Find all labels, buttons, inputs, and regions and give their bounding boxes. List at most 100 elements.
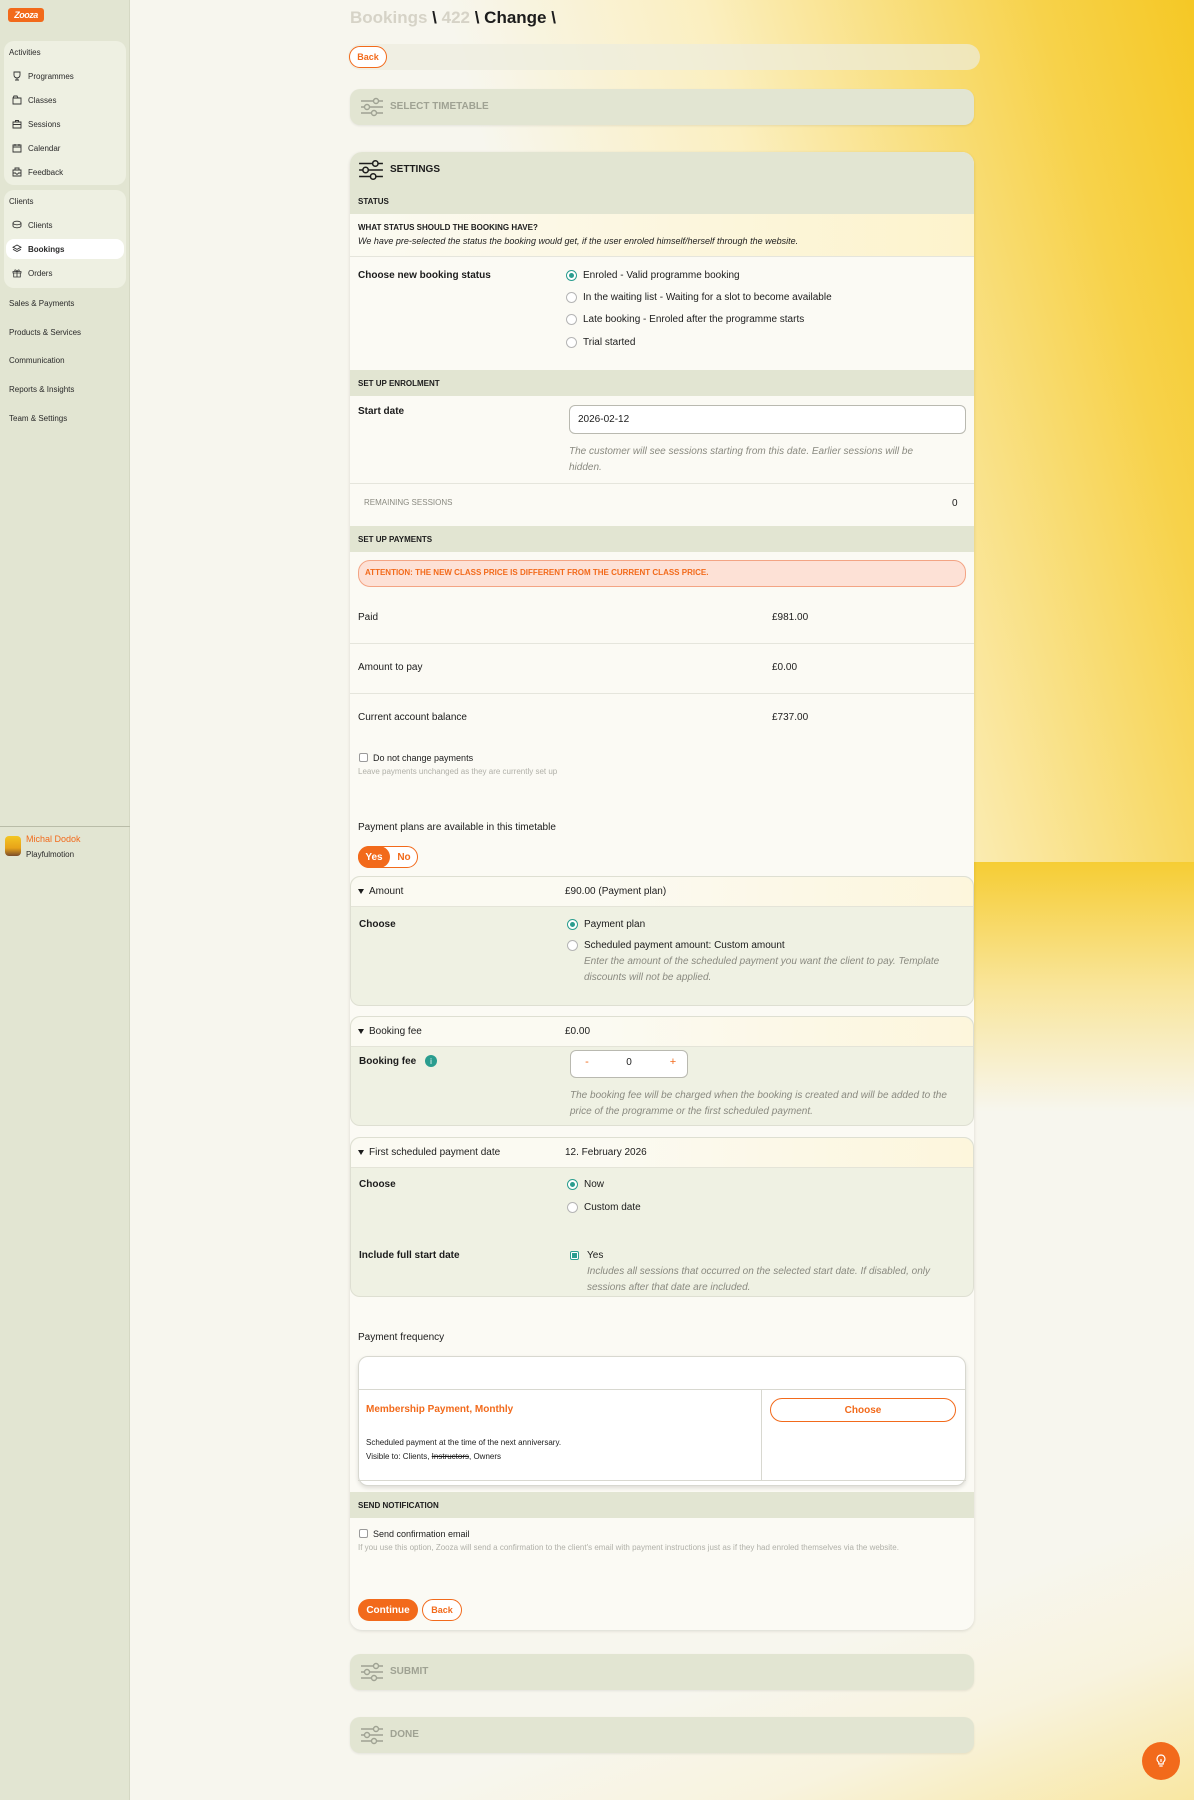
sidebar-item-reports-insights[interactable]: Reports & Insights xyxy=(9,385,74,394)
step-label: SELECT TIMETABLE xyxy=(390,101,489,112)
account-balance-value: £737.00 xyxy=(772,712,809,723)
step-submit[interactable]: SUBMIT xyxy=(350,1654,974,1690)
booking-fee-input[interactable]: 0 xyxy=(619,1057,639,1068)
sliders-icon xyxy=(361,1725,383,1745)
table-column-divider xyxy=(761,1390,762,1480)
sidebar-item-label: Sessions xyxy=(28,119,61,129)
back-button-top[interactable]: Back xyxy=(349,46,387,68)
start-date-hint: The customer will see sessions starting … xyxy=(569,446,914,473)
info-icon[interactable]: i xyxy=(425,1055,437,1067)
booking-fee-panel: Booking fee £0.00 Booking fee i - 0 + Th… xyxy=(350,1016,974,1126)
radio-late-booking[interactable] xyxy=(566,314,577,325)
bulb-icon xyxy=(1156,1754,1166,1767)
stepper-increment-button[interactable]: + xyxy=(666,1056,680,1068)
paid-label: Paid xyxy=(358,612,379,623)
amount-choose-label: Choose xyxy=(359,919,396,930)
radio-payment-plan-label[interactable]: Payment plan xyxy=(584,919,645,930)
sidebar-item-sessions[interactable]: Sessions xyxy=(6,114,124,134)
include-full-start-date-label: Include full start date xyxy=(359,1250,460,1261)
radio-custom-amount-label[interactable]: Scheduled payment amount: Custom amount xyxy=(584,940,785,951)
booking-fee-panel-header[interactable] xyxy=(351,1017,973,1047)
booking-fee-title[interactable]: Booking fee xyxy=(369,1026,422,1037)
divider xyxy=(350,693,974,694)
radio-enroled-label[interactable]: Enroled - Valid programme booking xyxy=(583,270,740,281)
include-full-start-date-checkbox[interactable] xyxy=(570,1251,579,1260)
back-toolbar xyxy=(348,44,980,70)
radio-custom-date-label[interactable]: Custom date xyxy=(584,1202,641,1213)
booking-fee-hint: The booking fee will be charged when the… xyxy=(570,1090,947,1117)
status-question: WHAT STATUS SHOULD THE BOOKING HAVE? xyxy=(358,223,538,232)
first-payment-title[interactable]: First scheduled payment date xyxy=(369,1147,500,1158)
radio-now-label[interactable]: Now xyxy=(584,1179,604,1190)
include-full-start-date-yes[interactable]: Yes xyxy=(587,1250,603,1261)
plan-visibility: Visible to: Clients, Instructors, Owners xyxy=(366,1452,501,1461)
radio-waiting-list-label[interactable]: In the waiting list - Waiting for a slot… xyxy=(583,292,832,303)
nav-group-title: Activities xyxy=(9,48,41,57)
toggle-no[interactable]: No xyxy=(390,846,418,868)
price-attention-text: ATTENTION: THE NEW CLASS PRICE IS DIFFER… xyxy=(365,568,709,577)
breadcrumb-booking-id[interactable]: 422 xyxy=(442,8,470,27)
account-balance-label: Current account balance xyxy=(358,712,467,723)
start-date-input[interactable]: 2026-02-12 xyxy=(569,405,966,434)
step-done[interactable]: DONE xyxy=(350,1717,974,1753)
caret-down-icon xyxy=(358,1150,364,1155)
inbox-icon xyxy=(12,167,22,177)
caret-down-icon xyxy=(358,1029,364,1034)
back-button[interactable]: Back xyxy=(422,1599,462,1621)
help-button[interactable] xyxy=(1142,1742,1180,1780)
breadcrumb-bookings[interactable]: Bookings xyxy=(350,8,427,27)
include-full-start-date-hint: Includes all sessions that occurred on t… xyxy=(587,1266,930,1293)
user-name[interactable]: Michal Dodok xyxy=(26,834,81,844)
radio-now[interactable] xyxy=(567,1179,578,1190)
radio-trial-started[interactable] xyxy=(566,337,577,348)
radio-enroled[interactable] xyxy=(566,270,577,281)
sidebar-item-classes[interactable]: Classes xyxy=(6,90,124,110)
toggle-yes[interactable]: Yes xyxy=(358,846,390,868)
sidebar-item-programmes[interactable]: Programmes xyxy=(6,66,124,86)
caret-down-icon xyxy=(358,889,364,894)
divider xyxy=(350,643,974,644)
send-confirmation-email-label[interactable]: Send confirmation email xyxy=(373,1529,470,1539)
sidebar-item-products-services[interactable]: Products & Services xyxy=(9,328,81,337)
table-bottom-divider xyxy=(358,1480,966,1481)
radio-late-booking-label[interactable]: Late booking - Enroled after the program… xyxy=(583,314,804,325)
nav-group-title: Clients xyxy=(9,197,34,206)
step-select-timetable[interactable]: SELECT TIMETABLE xyxy=(350,89,974,125)
continue-button[interactable]: Continue xyxy=(358,1599,418,1621)
plan-visibility-prefix: Visible to: Clients, xyxy=(366,1452,432,1461)
sidebar-item-bookings[interactable]: Bookings xyxy=(6,239,124,259)
avatar[interactable] xyxy=(5,836,21,856)
sidebar-item-team-settings[interactable]: Team & Settings xyxy=(9,414,67,423)
plan-title: Membership Payment, Monthly xyxy=(366,1404,514,1415)
custom-amount-hint: Enter the amount of the scheduled paymen… xyxy=(584,956,940,983)
do-not-change-payments-label[interactable]: Do not change payments xyxy=(373,753,473,763)
sidebar-item-sales-payments[interactable]: Sales & Payments xyxy=(9,299,74,308)
booking-fee-label: Booking fee xyxy=(359,1056,417,1067)
choose-plan-button[interactable]: Choose xyxy=(770,1398,956,1422)
breadcrumb-separator: \ xyxy=(546,8,556,27)
folder-icon xyxy=(12,95,22,105)
zooza-logo[interactable]: Zooza xyxy=(8,8,44,22)
sidebar-item-label: Feedback xyxy=(28,167,64,177)
divider xyxy=(350,256,974,257)
sidebar-item-orders[interactable]: Orders xyxy=(6,263,124,283)
stepper-decrement-button[interactable]: - xyxy=(580,1056,594,1068)
sidebar-item-feedback[interactable]: Feedback xyxy=(6,162,124,182)
amount-title[interactable]: Amount xyxy=(369,886,403,897)
breadcrumb-current: Change xyxy=(484,8,547,27)
sidebar-item-label: Bookings xyxy=(28,244,65,254)
background-band xyxy=(972,862,1194,1112)
radio-payment-plan[interactable] xyxy=(567,919,578,930)
radio-waiting-list[interactable] xyxy=(566,292,577,303)
do-not-change-payments-checkbox[interactable] xyxy=(359,753,368,762)
sidebar-item-calendar[interactable]: Calendar xyxy=(6,138,124,158)
sidebar-item-communication[interactable]: Communication xyxy=(9,356,65,365)
sidebar-item-clients[interactable]: Clients xyxy=(6,215,124,235)
radio-trial-started-label[interactable]: Trial started xyxy=(583,337,635,348)
section-payments: SET UP PAYMENTS xyxy=(350,526,974,552)
step-label: DONE xyxy=(390,1729,419,1740)
radio-custom-date[interactable] xyxy=(567,1202,578,1213)
send-confirmation-email-checkbox[interactable] xyxy=(359,1529,368,1538)
radio-custom-amount[interactable] xyxy=(567,940,578,951)
section-enrolment: SET UP ENROLMENT xyxy=(350,370,974,396)
